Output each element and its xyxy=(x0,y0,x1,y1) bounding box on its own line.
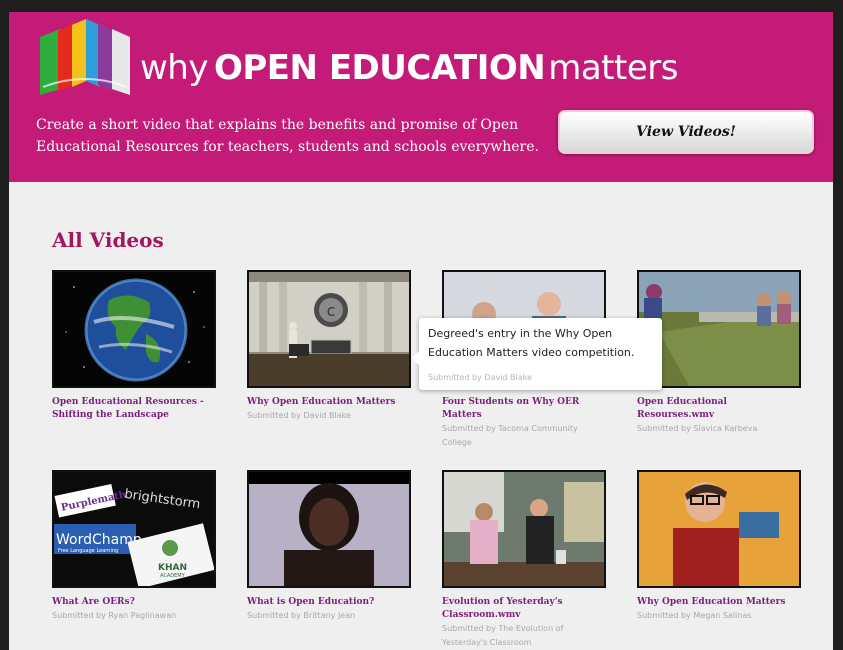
video-submitter: Submitted by David Blake xyxy=(247,411,351,420)
oer-logos-thumbnail: Purplemath brightstorm WordChamp Free La… xyxy=(54,472,214,586)
tooltip-submitter: Submitted by David Blake xyxy=(428,373,532,382)
tagline: Create a short video that explains the b… xyxy=(36,117,539,155)
video-title-link[interactable]: Open Educational Resources - Shifting th… xyxy=(52,396,216,422)
video-title-link[interactable]: What Are OERs? xyxy=(52,596,216,609)
video-submitter: Submitted by Brittany Jean xyxy=(247,611,356,620)
video-title-link[interactable]: Why Open Education Matters xyxy=(247,396,411,409)
svg-text:c: c xyxy=(327,301,336,320)
tooltip-description: Degreed's entry in the Why Open Educatio… xyxy=(428,327,635,359)
stage-thumbnail: c xyxy=(249,272,409,386)
video-thumbnail[interactable] xyxy=(52,270,216,388)
video-thumbnail[interactable] xyxy=(247,470,411,588)
student-portrait-thumbnail xyxy=(639,472,799,586)
video-description-tooltip: Degreed's entry in the Why Open Educatio… xyxy=(412,318,662,390)
video-submitter: Submitted by Megan Salinas xyxy=(637,611,752,620)
view-videos-button[interactable]: View Videos! xyxy=(558,110,814,154)
video-card: c Why Open Education Matters Submitted b… xyxy=(247,270,411,423)
video-thumbnail[interactable]: c xyxy=(247,270,411,388)
wordchamp-tagline-text: Free Language Learning xyxy=(58,548,118,554)
earth-globe-thumbnail xyxy=(54,272,214,386)
video-submitter: Submitted by Ryan Paglinawan xyxy=(52,611,177,620)
header-banner: why OPEN EDUCATIONmatters Create a short … xyxy=(9,12,833,182)
video-submitter: Submitted by Tacoma Community College xyxy=(442,424,578,447)
khan-academy-subtext: ACADEMY xyxy=(160,573,186,579)
video-thumbnail[interactable]: Purplemath brightstorm WordChamp Free La… xyxy=(52,470,216,588)
video-card: Why Open Education Matters Submitted by … xyxy=(637,470,801,623)
open-book-logo-icon[interactable] xyxy=(40,19,130,95)
video-title-link[interactable]: Four Students on Why OER Matters xyxy=(442,396,606,422)
logo-word-matters: matters xyxy=(548,48,678,88)
video-title-link[interactable]: Open Educational Resourses.wmv xyxy=(637,396,801,422)
video-card: What is Open Education? Submitted by Bri… xyxy=(247,470,411,623)
classroom-thumbnail xyxy=(444,472,604,586)
video-title-link[interactable]: What is Open Education? xyxy=(247,596,411,609)
video-submitter: Submitted by Slavica Karbeva xyxy=(637,424,758,433)
video-title-link[interactable]: Why Open Education Matters xyxy=(637,596,801,609)
video-thumbnail[interactable] xyxy=(442,470,606,588)
page: why OPEN EDUCATIONmatters Create a short … xyxy=(9,12,833,650)
tooltip-arrow xyxy=(412,351,419,365)
site-logo-text[interactable]: why OPEN EDUCATIONmatters xyxy=(140,48,678,88)
video-card: Evolution of Yesterday's Classroom.wmv S… xyxy=(442,470,606,650)
video-card: Purplemath brightstorm WordChamp Free La… xyxy=(52,470,216,623)
video-title-link[interactable]: Evolution of Yesterday's Classroom.wmv xyxy=(442,596,606,622)
video-submitter: Submitted by The Evolution of Yesterday'… xyxy=(442,624,564,647)
outdoor-stream-thumbnail xyxy=(639,272,799,386)
logo-word-why: why xyxy=(140,48,208,88)
speaker-thumbnail xyxy=(249,472,409,586)
video-card: Open Educational Resources - Shifting th… xyxy=(52,270,216,422)
khan-logo-text: KHAN xyxy=(158,563,187,573)
section-title: All Videos xyxy=(52,228,164,252)
video-thumbnail[interactable] xyxy=(637,470,801,588)
logo-word-open-education: OPEN EDUCATION xyxy=(213,48,546,88)
